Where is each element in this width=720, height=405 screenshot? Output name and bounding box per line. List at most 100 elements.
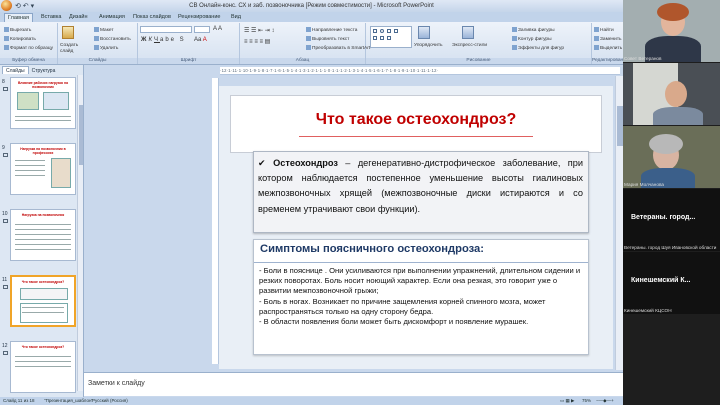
copy-icon xyxy=(4,36,9,41)
vertical-ruler[interactable] xyxy=(212,78,219,364)
align-text-icon xyxy=(306,36,311,41)
effects-icon xyxy=(512,45,517,50)
select-button[interactable]: Выделить xyxy=(594,45,622,51)
layout-button[interactable]: Макет xyxy=(94,27,114,33)
cursor-icon xyxy=(594,45,599,50)
font-color-button[interactable]: Aa A xyxy=(194,37,207,43)
delete-slide-button[interactable]: Удалить xyxy=(94,45,118,51)
video-tile-4[interactable]: Ветераны. город... Ветераны. город Шуя И… xyxy=(623,189,720,251)
tab-home[interactable]: Главная xyxy=(4,13,33,22)
slide-number: 8 xyxy=(2,79,5,85)
slides-pane-scrollbar[interactable] xyxy=(77,75,83,391)
slide-counter: Слайд 11 из 18 xyxy=(3,398,35,403)
slide-icon xyxy=(3,153,8,157)
text-direction-button[interactable]: Направление текста xyxy=(306,27,357,33)
view-buttons[interactable]: ▭ ▦ ▶ xyxy=(560,397,574,405)
ribbon-tabs: Главная Вставка Дизайн Анимация Показ сл… xyxy=(0,12,623,22)
symptoms-list[interactable]: - Боли в пояснице . Они усиливаются при … xyxy=(259,266,584,327)
definition-textbox[interactable]: ✔ Остеохондроз – дегенеративно-дистрофич… xyxy=(253,151,589,233)
tab-view[interactable]: Вид xyxy=(228,13,244,22)
thumbnail-image[interactable]: Нагрузка на позвоночник в профессиях xyxy=(10,143,76,195)
replace-button[interactable]: Заменить xyxy=(594,36,622,42)
thumbnail-image-selected[interactable]: Что такое остеохондроз? xyxy=(10,275,76,327)
slide-thumbnail-12[interactable]: 12 Что такое остеохондроз? xyxy=(2,341,82,397)
arrow-shape-icon[interactable] xyxy=(394,29,398,33)
thumbnail-image[interactable]: Влияние рабочих нагрузок на позвоночник xyxy=(10,77,76,129)
video-tile-3[interactable]: Мария Молчанова xyxy=(623,126,720,188)
font-size-select[interactable] xyxy=(194,26,210,33)
thumbnail-text-line xyxy=(22,312,64,313)
slide-canvas[interactable]: Что такое остеохондроз? ✔ Остеохондроз –… xyxy=(219,86,613,369)
triangle-shape-icon[interactable] xyxy=(373,36,377,40)
slide-thumbnail-8[interactable]: 8 Влияние рабочих нагрузок на позвоночни… xyxy=(2,77,82,133)
new-slide-icon[interactable] xyxy=(62,26,74,39)
shape-outline-button[interactable]: Контур фигуры xyxy=(512,36,552,42)
theme-name: "Презентация_шаблон" xyxy=(44,398,94,403)
font-style-buttons[interactable]: ЖКЧabe S xyxy=(141,37,186,43)
shape-effects-button[interactable]: Эффекты для фигур xyxy=(512,45,564,51)
slides-pane-tabs: Слайды Структура xyxy=(2,66,58,74)
scrollbar-thumb[interactable] xyxy=(79,105,83,165)
notes-placeholder[interactable]: Заметки к слайду xyxy=(88,380,145,387)
tab-review[interactable]: Рецензирование xyxy=(175,13,223,22)
list-buttons[interactable]: ☰ ☰ ⇤ ⇥ ↕ xyxy=(244,27,274,34)
shapes-gallery[interactable] xyxy=(370,26,412,48)
zoom-slider[interactable]: −—◆—+ xyxy=(596,397,614,405)
align-buttons[interactable]: ≡ ≡ ≡ ≡ ▤ xyxy=(244,38,270,45)
font-family-select[interactable] xyxy=(140,26,192,33)
video-tile-2[interactable] xyxy=(623,63,720,125)
video-tile-5[interactable]: Кинешемский К... Кинешемский КЦСОН xyxy=(623,252,720,314)
star-shape-icon[interactable] xyxy=(387,36,391,40)
rectangle-shape-icon[interactable] xyxy=(373,29,377,33)
thumbnail-textbox xyxy=(20,303,68,323)
reset-icon xyxy=(94,36,99,41)
symptom-item: - В области появления боли может быть ди… xyxy=(259,317,529,327)
notes-pane[interactable]: Заметки к слайду xyxy=(84,372,623,396)
cut-button[interactable]: Вырезать xyxy=(4,27,31,33)
callout-shape-icon[interactable] xyxy=(380,36,384,40)
format-painter-button[interactable]: Формат по образцу xyxy=(4,45,53,51)
tab-insert[interactable]: Вставка xyxy=(38,13,64,22)
text-direction-icon xyxy=(306,27,311,32)
slide-thumbnail-11[interactable]: 11 Что такое остеохондроз? xyxy=(2,275,82,331)
smartart-icon xyxy=(306,45,311,50)
paint-bucket-icon xyxy=(512,27,517,32)
line-shape-icon[interactable] xyxy=(387,29,391,33)
definition-text[interactable]: ✔ Остеохондроз – дегенеративно-дистрофич… xyxy=(258,156,583,217)
tab-design[interactable]: Дизайн xyxy=(66,13,91,22)
tab-outline[interactable]: Структура xyxy=(29,67,59,75)
tab-slides[interactable]: Слайды xyxy=(2,66,29,74)
quick-styles-icon[interactable] xyxy=(462,26,474,39)
symptoms-title[interactable]: Симптомы поясничного остеохондроза: xyxy=(260,243,484,255)
participant-name: Совет Ветеранов xyxy=(624,56,662,61)
video-tile-1[interactable]: Совет Ветеранов xyxy=(623,0,720,62)
symptoms-textbox[interactable]: Симптомы поясничного остеохондроза: - Бо… xyxy=(253,239,589,355)
tab-animation[interactable]: Анимация xyxy=(96,13,128,22)
thumbnail-image[interactable]: Что такое остеохондроз? xyxy=(10,341,76,393)
horizontal-ruler[interactable]: ·12·1·11·1·10·1·9·1·8·1·7·1·6·1·5·1·4·1·… xyxy=(220,67,620,75)
editing-group: Найти Заменить Выделить Редактирование xyxy=(592,23,623,64)
copy-button[interactable]: Копировать xyxy=(4,36,36,42)
convert-smartart-button[interactable]: Преобразовать в SmartArt xyxy=(306,45,370,51)
arrange-icon[interactable] xyxy=(418,26,430,39)
language-indicator[interactable]: Русский (Россия) xyxy=(92,397,128,405)
zoom-level[interactable]: 75% xyxy=(582,397,591,405)
find-button[interactable]: Найти xyxy=(594,27,614,33)
oval-shape-icon[interactable] xyxy=(380,29,384,33)
new-slide-button[interactable]: Создать слайд xyxy=(60,43,80,55)
shape-fill-button[interactable]: Заливка фигуры xyxy=(512,27,555,33)
grow-font-button[interactable]: A A xyxy=(213,26,222,32)
slide-title[interactable]: Что такое остеохондроз? xyxy=(231,111,601,129)
align-text-button[interactable]: Выровнять текст xyxy=(306,36,349,42)
thumbnail-image[interactable]: Нагрузка на позвоночник xyxy=(10,209,76,261)
editor-scrollbar[interactable] xyxy=(615,76,623,370)
reset-button[interactable]: Восстановить xyxy=(94,36,131,42)
slide-thumbnail-10[interactable]: 10 Нагрузка на позвоночник xyxy=(2,209,82,265)
clipboard-group: Вырезать Копировать Формат по образцу Бу… xyxy=(0,23,58,64)
slide-title-box[interactable]: Что такое остеохондроз? xyxy=(230,95,602,153)
clipboard-group-label: Буфер обмена xyxy=(0,58,57,64)
quick-styles-button[interactable]: Экспресс-стили xyxy=(452,43,487,48)
arrange-button[interactable]: Упорядочить xyxy=(414,43,443,48)
tab-slideshow[interactable]: Показ слайдов xyxy=(130,13,174,22)
slide-thumbnail-9[interactable]: 9 Нагрузка на позвоночник в профессиях xyxy=(2,143,82,199)
